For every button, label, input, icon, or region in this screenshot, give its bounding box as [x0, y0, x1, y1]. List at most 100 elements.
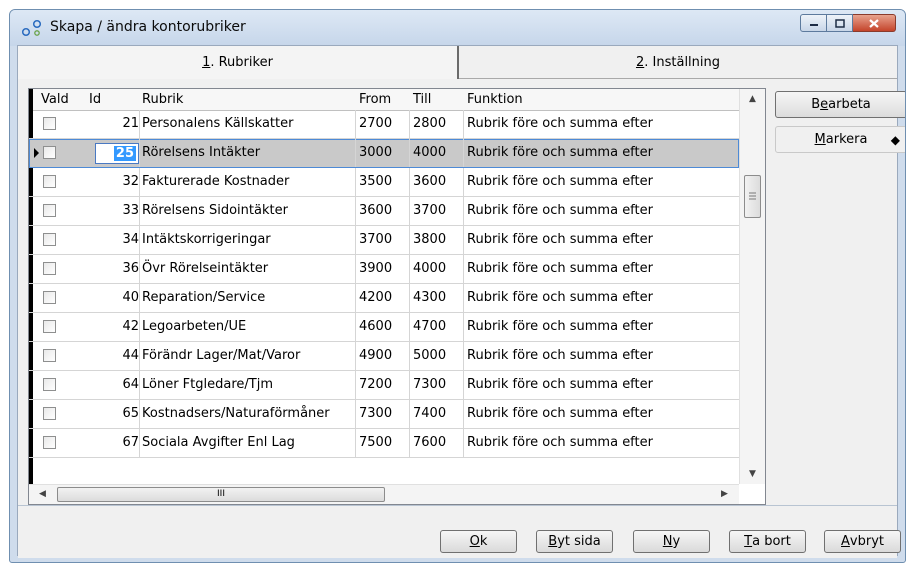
vald-checkbox[interactable] — [43, 320, 56, 333]
table-row[interactable]: 44 Förändr Lager/Mat/Varor 4900 5000 Rubrik … — [29, 342, 739, 371]
table-row[interactable]: 42 Legoarbeten/UE 4600 4700 Rubrik före och … — [29, 313, 739, 342]
id-cell[interactable]: 32 — [89, 174, 139, 189]
id-cell[interactable]: 40 — [89, 290, 139, 305]
from-cell[interactable]: 3000 — [359, 145, 392, 160]
table-row[interactable]: 40 Reparation/Service 4200 4300 Rubrik före … — [29, 284, 739, 313]
scroll-up-icon[interactable]: ▲ — [749, 94, 756, 104]
rubrik-cell[interactable]: Rörelsens Sidointäkter — [142, 203, 288, 218]
funktion-cell[interactable]: Rubrik före och summa efter — [467, 435, 653, 450]
vald-checkbox[interactable] — [43, 204, 56, 217]
avbryt-button[interactable]: Avbryt — [824, 530, 901, 553]
table-row[interactable]: 36 Övr Rörelseintäkter 3900 4000 Rubrik före… — [29, 255, 739, 284]
till-cell[interactable]: 3700 — [413, 203, 446, 218]
column-header-rubrik[interactable]: Rubrik — [142, 92, 183, 107]
bearbeta-button[interactable]: Be arbeta — [775, 91, 905, 118]
horizontal-scrollbar[interactable]: ◀ III ▶ — [29, 484, 739, 504]
table-row[interactable]: 34 Intäktskorrigeringar 3700 3800 Rubrik för… — [29, 226, 739, 255]
till-cell[interactable]: 4000 — [413, 261, 446, 276]
funktion-cell[interactable]: Rubrik före och summa efter — [467, 174, 653, 189]
rubrik-cell[interactable]: Legoarbeten/UE — [142, 319, 246, 334]
rubrik-grid[interactable]: Vald Id Rubrik From Till Funktion 21 Pers… — [28, 88, 766, 505]
funktion-cell[interactable]: Rubrik före och summa efter — [467, 377, 653, 392]
scroll-right-icon[interactable]: ▶ — [721, 489, 728, 499]
from-cell[interactable]: 7300 — [359, 406, 392, 421]
till-cell[interactable]: 4000 — [413, 145, 446, 160]
funktion-cell[interactable]: Rubrik före och summa efter — [467, 348, 653, 363]
tab-installning[interactable]: 2. Inställning — [459, 46, 897, 79]
from-cell[interactable]: 4200 — [359, 290, 392, 305]
table-row[interactable]: 64 Löner Ftgledare/Tjm 7200 7300 Rubrik före… — [29, 371, 739, 400]
from-cell[interactable]: 4600 — [359, 319, 392, 334]
id-cell[interactable]: 36 — [89, 261, 139, 276]
funktion-cell[interactable]: Rubrik före och summa efter — [467, 145, 653, 160]
rubrik-cell[interactable]: Förändr Lager/Mat/Varor — [142, 348, 300, 363]
id-edit-field[interactable]: 25 — [95, 143, 139, 164]
id-cell[interactable]: 34 — [89, 232, 139, 247]
table-row[interactable]: 32 Fakturerade Kostnader 3500 3600 Rubrik fö… — [29, 168, 739, 197]
id-cell[interactable]: 33 — [89, 203, 139, 218]
vertical-scrollbar[interactable]: ▲ ▼ — [739, 89, 765, 484]
from-cell[interactable]: 2700 — [359, 116, 392, 131]
vald-checkbox[interactable] — [43, 378, 56, 391]
funktion-cell[interactable]: Rubrik före och summa efter — [467, 116, 653, 131]
vald-checkbox[interactable] — [43, 117, 56, 130]
from-cell[interactable]: 7200 — [359, 377, 392, 392]
funktion-cell[interactable]: Rubrik före och summa efter — [467, 319, 653, 334]
close-button[interactable] — [853, 14, 896, 32]
funktion-cell[interactable]: Rubrik före och summa efter — [467, 261, 653, 276]
from-cell[interactable]: 7500 — [359, 435, 392, 450]
vald-checkbox[interactable] — [43, 407, 56, 420]
id-cell[interactable]: 67 — [89, 435, 139, 450]
vald-checkbox[interactable] — [43, 291, 56, 304]
table-row[interactable]: 33 Rörelsens Sidointäkter 3600 3700 Rubrik f… — [29, 197, 739, 226]
rubrik-cell[interactable]: Kostnadsers/Naturaförmåner — [142, 406, 330, 421]
vald-checkbox[interactable] — [43, 146, 56, 159]
rubrik-cell[interactable]: Övr Rörelseintäkter — [142, 261, 268, 276]
till-cell[interactable]: 7400 — [413, 406, 446, 421]
id-cell[interactable]: 21 — [89, 116, 139, 131]
vald-checkbox[interactable] — [43, 262, 56, 275]
table-row[interactable]: 67 Sociala Avgifter Enl Lag 7500 7600 Rubrik… — [29, 429, 739, 458]
till-cell[interactable]: 4300 — [413, 290, 446, 305]
scroll-down-icon[interactable]: ▼ — [749, 469, 756, 479]
column-header-id[interactable]: Id — [89, 92, 101, 107]
markera-button[interactable]: Markera ◆ — [775, 126, 905, 153]
tab-rubriker[interactable]: 1. Rubriker — [18, 46, 459, 79]
byt-sida-button[interactable]: Byt sida — [536, 530, 613, 553]
vertical-scroll-thumb[interactable] — [744, 175, 761, 218]
vald-checkbox[interactable] — [43, 436, 56, 449]
rubrik-cell[interactable]: Fakturerade Kostnader — [142, 174, 289, 189]
vald-checkbox[interactable] — [43, 349, 56, 362]
funktion-cell[interactable]: Rubrik före och summa efter — [467, 406, 653, 421]
id-cell[interactable]: 65 — [89, 406, 139, 421]
till-cell[interactable]: 7300 — [413, 377, 446, 392]
rubrik-cell[interactable]: Reparation/Service — [142, 290, 265, 305]
id-cell[interactable]: 64 — [89, 377, 139, 392]
table-row[interactable]: 25 Rörelsens Intäkter 3000 4000 Rubrik före … — [29, 139, 739, 168]
id-cell[interactable]: 44 — [89, 348, 139, 363]
from-cell[interactable]: 3600 — [359, 203, 392, 218]
till-cell[interactable]: 4700 — [413, 319, 446, 334]
column-header-funktion[interactable]: Funktion — [467, 92, 523, 107]
horizontal-scroll-thumb[interactable]: III — [57, 487, 385, 502]
rubrik-cell[interactable]: Rörelsens Intäkter — [142, 145, 260, 160]
column-header-from[interactable]: From — [359, 92, 391, 107]
title-bar[interactable]: Skapa / ändra kontorubriker — [10, 10, 905, 46]
id-cell[interactable]: 42 — [89, 319, 139, 334]
scroll-left-icon[interactable]: ◀ — [39, 489, 46, 499]
ok-button[interactable]: Ok — [440, 530, 517, 553]
column-header-till[interactable]: Till — [413, 92, 431, 107]
till-cell[interactable]: 2800 — [413, 116, 446, 131]
from-cell[interactable]: 3900 — [359, 261, 392, 276]
from-cell[interactable]: 4900 — [359, 348, 392, 363]
funktion-cell[interactable]: Rubrik före och summa efter — [467, 232, 653, 247]
table-row[interactable]: 21 Personalens Källskatter 2700 2800 Rubrik … — [29, 110, 739, 139]
rubrik-cell[interactable]: Personalens Källskatter — [142, 116, 293, 131]
ny-button[interactable]: Ny — [633, 530, 710, 553]
column-header-vald[interactable]: Vald — [41, 92, 69, 107]
minimize-button[interactable] — [800, 14, 827, 32]
table-row[interactable]: 65 Kostnadsers/Naturaförmåner 7300 7400 Rubr… — [29, 400, 739, 429]
rubrik-cell[interactable]: Löner Ftgledare/Tjm — [142, 377, 273, 392]
till-cell[interactable]: 3600 — [413, 174, 446, 189]
vald-checkbox[interactable] — [43, 175, 56, 188]
